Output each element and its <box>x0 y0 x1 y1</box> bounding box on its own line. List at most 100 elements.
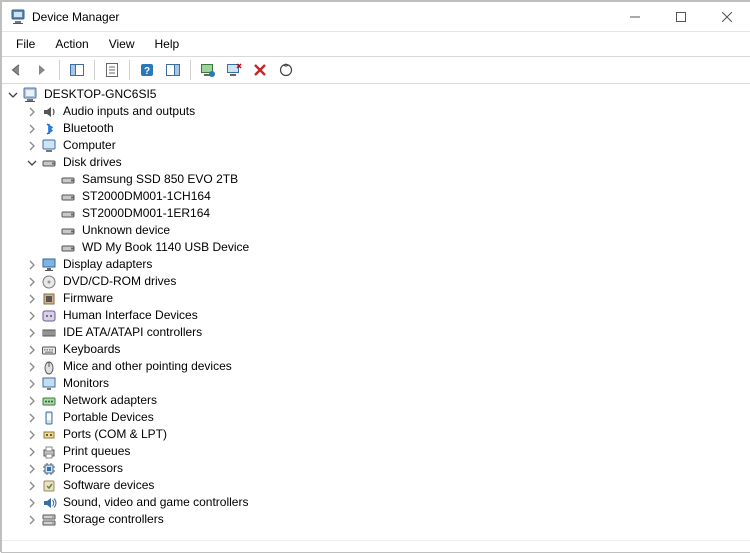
toolbar: ? <box>2 56 750 84</box>
menu-view[interactable]: View <box>99 34 145 54</box>
expand-icon[interactable] <box>25 139 39 153</box>
disk-icon <box>60 240 76 256</box>
disk-icon <box>60 206 76 222</box>
expand-icon[interactable] <box>25 258 39 272</box>
help-button[interactable]: ? <box>135 58 159 82</box>
tree-category[interactable]: Sound, video and game controllers <box>6 494 750 511</box>
tree-category[interactable]: Bluetooth <box>6 120 750 137</box>
expand-icon[interactable] <box>25 122 39 136</box>
keyboard-icon <box>41 342 57 358</box>
tree-device[interactable]: ST2000DM001-1CH164 <box>6 188 750 205</box>
help-icon: ? <box>139 62 155 78</box>
tree-category[interactable]: Processors <box>6 460 750 477</box>
window-title: Device Manager <box>32 10 119 24</box>
tree-category[interactable]: IDE ATA/ATAPI controllers <box>6 324 750 341</box>
expand-icon[interactable] <box>25 343 39 357</box>
tree-category[interactable]: Keyboards <box>6 341 750 358</box>
uninstall-button[interactable] <box>222 58 246 82</box>
disk-icon-wrap <box>60 206 76 222</box>
properties-icon <box>104 62 120 78</box>
node-label: Processors <box>61 460 125 477</box>
menubar: File Action View Help <box>2 32 750 56</box>
console-tree-icon <box>69 62 85 78</box>
node-label: Network adapters <box>61 392 159 409</box>
device-tree-pane[interactable]: DESKTOP-GNC6SI5Audio inputs and outputsB… <box>2 84 750 540</box>
audio-icon <box>41 104 57 120</box>
menu-action[interactable]: Action <box>45 34 98 54</box>
tree-category[interactable]: Ports (COM & LPT) <box>6 426 750 443</box>
minimize-button[interactable] <box>612 2 658 32</box>
menu-file[interactable]: File <box>6 34 45 54</box>
tree-device[interactable]: Samsung SSD 850 EVO 2TB <box>6 171 750 188</box>
show-hide-action-button[interactable] <box>161 58 185 82</box>
sound-icon <box>41 495 57 511</box>
expand-icon[interactable] <box>25 360 39 374</box>
back-button[interactable] <box>4 58 28 82</box>
tree-device[interactable]: WD My Book 1140 USB Device <box>6 239 750 256</box>
tree-device[interactable]: ST2000DM001-1ER164 <box>6 205 750 222</box>
scan-button[interactable] <box>274 58 298 82</box>
node-label: Audio inputs and outputs <box>61 103 197 120</box>
tree-category[interactable]: Mice and other pointing devices <box>6 358 750 375</box>
bluetooth-icon-wrap <box>41 121 57 137</box>
expand-icon[interactable] <box>25 513 39 527</box>
expand-icon[interactable] <box>25 292 39 306</box>
expand-icon[interactable] <box>25 496 39 510</box>
expand-icon[interactable] <box>25 479 39 493</box>
tree-category[interactable]: Disk drives <box>6 154 750 171</box>
monitor-icon <box>41 376 57 392</box>
expand-icon[interactable] <box>25 428 39 442</box>
node-label: Disk drives <box>61 154 124 171</box>
node-label: Portable Devices <box>61 409 156 426</box>
tree-category[interactable]: Print queues <box>6 443 750 460</box>
expand-icon[interactable] <box>25 105 39 119</box>
monitor-icon-wrap <box>41 376 57 392</box>
computer-icon <box>22 87 38 103</box>
properties-button[interactable] <box>100 58 124 82</box>
tree-category[interactable]: Software devices <box>6 477 750 494</box>
disable-button[interactable] <box>248 58 272 82</box>
node-label: Display adapters <box>61 256 154 273</box>
expand-icon[interactable] <box>25 394 39 408</box>
tree-category[interactable]: DVD/CD-ROM drives <box>6 273 750 290</box>
bottom-strip <box>2 540 750 552</box>
bluetooth-icon <box>41 121 57 137</box>
sound-icon-wrap <box>41 495 57 511</box>
expand-icon[interactable] <box>25 275 39 289</box>
disk-icon-wrap <box>60 240 76 256</box>
node-label: DESKTOP-GNC6SI5 <box>42 86 158 103</box>
tree-category[interactable]: Monitors <box>6 375 750 392</box>
expand-icon[interactable] <box>25 377 39 391</box>
tree-category[interactable]: Audio inputs and outputs <box>6 103 750 120</box>
collapse-icon[interactable] <box>6 88 20 102</box>
app-icon <box>10 9 26 25</box>
expand-icon[interactable] <box>25 445 39 459</box>
maximize-button[interactable] <box>658 2 704 32</box>
expand-icon[interactable] <box>25 462 39 476</box>
toolbar-separator <box>94 60 95 80</box>
tree-category[interactable]: Storage controllers <box>6 511 750 528</box>
forward-button[interactable] <box>30 58 54 82</box>
node-label: Firmware <box>61 290 115 307</box>
disk-icon-wrap <box>41 155 57 171</box>
show-hide-tree-button[interactable] <box>65 58 89 82</box>
expand-icon[interactable] <box>25 411 39 425</box>
close-button[interactable] <box>704 2 750 32</box>
tree-category[interactable]: Human Interface Devices <box>6 307 750 324</box>
menu-help[interactable]: Help <box>145 34 190 54</box>
portable-icon-wrap <box>41 410 57 426</box>
tree-category[interactable]: Computer <box>6 137 750 154</box>
tree-category[interactable]: Firmware <box>6 290 750 307</box>
tree-category[interactable]: Display adapters <box>6 256 750 273</box>
tree-device[interactable]: Unknown device <box>6 222 750 239</box>
expand-icon[interactable] <box>25 326 39 340</box>
disk-icon <box>60 172 76 188</box>
update-driver-button[interactable] <box>196 58 220 82</box>
tree-root[interactable]: DESKTOP-GNC6SI5 <box>6 86 750 103</box>
collapse-icon[interactable] <box>25 156 39 170</box>
tree-category[interactable]: Network adapters <box>6 392 750 409</box>
tree-category[interactable]: Portable Devices <box>6 409 750 426</box>
expand-icon[interactable] <box>25 309 39 323</box>
disk-icon <box>60 189 76 205</box>
storage-icon-wrap <box>41 512 57 528</box>
